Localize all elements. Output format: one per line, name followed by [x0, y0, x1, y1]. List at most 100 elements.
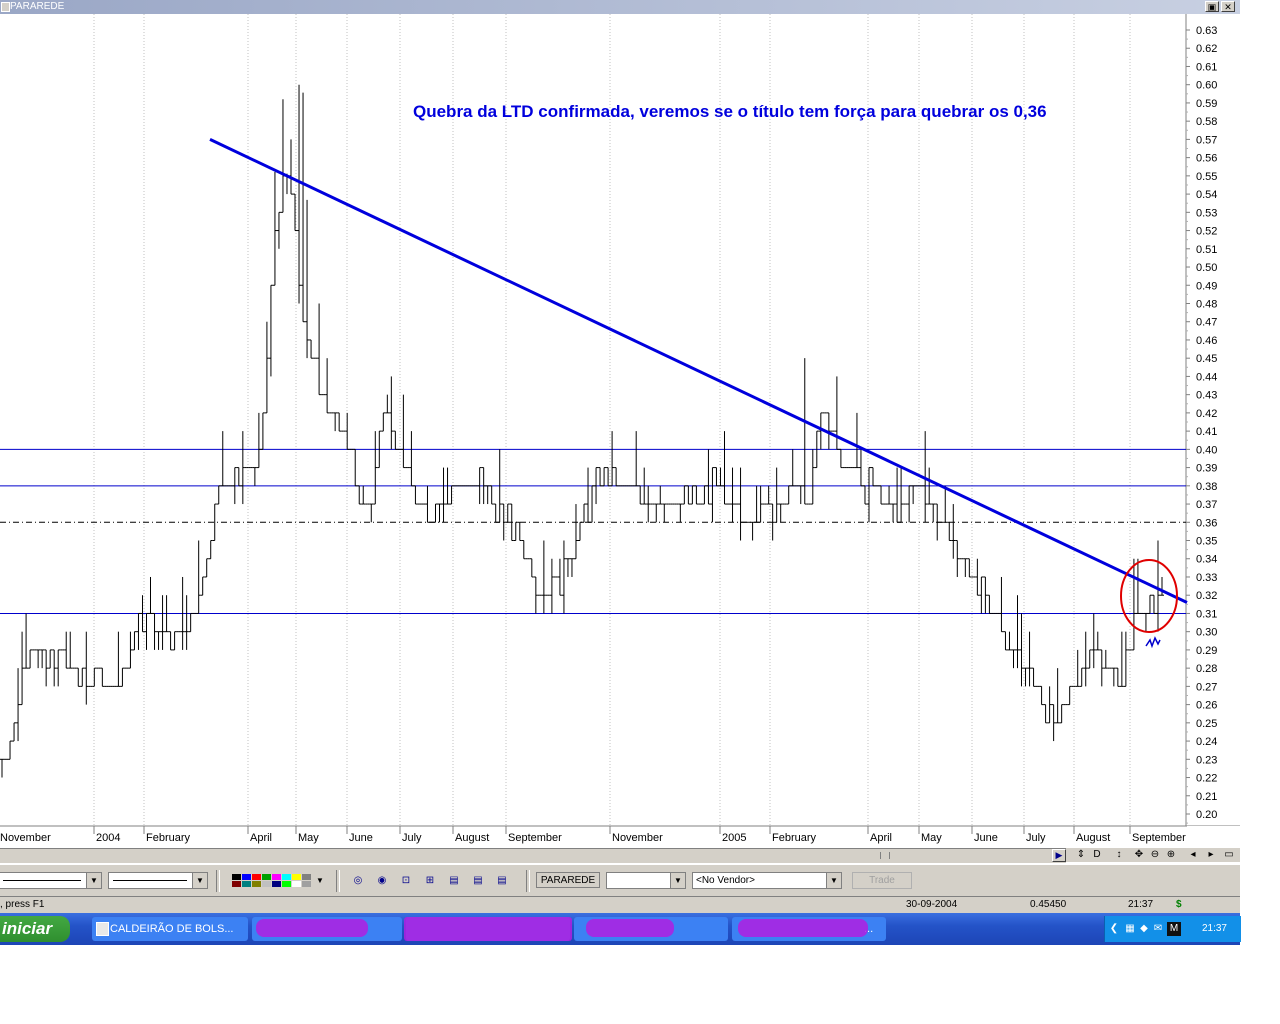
- redacted-mark: [256, 919, 368, 937]
- x-tick-label: June: [349, 832, 373, 844]
- color-swatch[interactable]: [282, 881, 291, 887]
- tray-expand-icon[interactable]: ❮: [1107, 922, 1121, 936]
- globe2-icon[interactable]: ◉: [374, 874, 390, 888]
- color-swatch[interactable]: [262, 874, 271, 880]
- y-tick-label: 0.44: [1196, 371, 1217, 383]
- trade-button[interactable]: Trade: [852, 872, 912, 889]
- color-palette[interactable]: [232, 874, 312, 888]
- status-help: , press F1: [0, 899, 45, 910]
- y-tick-label: 0.39: [1196, 463, 1217, 475]
- color-swatch[interactable]: [232, 881, 241, 887]
- tray-m-icon[interactable]: M: [1167, 922, 1181, 936]
- y-tick-label: 0.40: [1196, 444, 1217, 456]
- x-tick-label: February: [772, 832, 817, 844]
- color-swatch[interactable]: [252, 874, 261, 880]
- tool5-icon[interactable]: ▤: [494, 874, 510, 888]
- x-tick-label: 2005: [722, 832, 746, 844]
- color-swatch[interactable]: [242, 881, 251, 887]
- window-icon[interactable]: [1, 2, 10, 12]
- tool4-icon[interactable]: ▤: [470, 874, 486, 888]
- trend-line: [209, 138, 1188, 604]
- tool1-icon[interactable]: ⊡: [398, 874, 414, 888]
- horizontal-scrollbar[interactable]: ▶: [0, 848, 1066, 863]
- tray-app-icon[interactable]: ◆: [1137, 922, 1151, 936]
- symbol-field[interactable]: PARAREDE: [536, 872, 600, 888]
- y-tick-label: 0.31: [1196, 608, 1217, 620]
- drawing-toolbar: ▼ ▼ ▼ ◎ ◉ ⊡ ⊞ ▤ ▤ ▤ PARAREDE ▼ <No Vendo…: [0, 864, 1240, 897]
- y-tick-label: 0.47: [1196, 317, 1217, 329]
- color-swatch[interactable]: [292, 881, 301, 887]
- redacted-mark: [404, 917, 572, 941]
- price-chart[interactable]: November 2004 February April May June July Augu…: [0, 14, 1240, 846]
- start-button[interactable]: iniciar: [0, 916, 70, 942]
- updown-icon[interactable]: ↕: [1112, 848, 1126, 862]
- color-swatch[interactable]: [292, 874, 301, 880]
- d-icon[interactable]: D: [1090, 848, 1104, 862]
- y-tick-label: 0.34: [1196, 554, 1217, 566]
- line-width-select[interactable]: ▼: [108, 872, 208, 889]
- y-tick-label: 0.38: [1196, 481, 1217, 493]
- y-tick-label: 0.35: [1196, 536, 1217, 548]
- scroll-thumb-grip[interactable]: [880, 852, 890, 859]
- y-tick-label: 0.46: [1196, 335, 1217, 347]
- signature-mark: [1145, 636, 1161, 649]
- right-icon[interactable]: ▸: [1204, 848, 1218, 862]
- interval-select[interactable]: ▼: [606, 872, 686, 889]
- left-icon[interactable]: ◂: [1186, 848, 1200, 862]
- color-swatch[interactable]: [302, 881, 311, 887]
- y-tick-label: 0.49: [1196, 280, 1217, 292]
- browser-icon: [96, 922, 109, 936]
- zoom-out-icon[interactable]: ⊖: [1148, 848, 1162, 862]
- tray-clock: 21:37: [1201, 923, 1227, 934]
- y-tick-label: 0.56: [1196, 153, 1217, 165]
- palette-dropdown-icon[interactable]: ▼: [312, 874, 328, 888]
- x-tick-label: November: [612, 832, 663, 844]
- zoom-in-icon[interactable]: ⊕: [1164, 848, 1178, 862]
- close-icon[interactable]: ✕: [1221, 1, 1235, 12]
- status-time: 21:37: [1128, 899, 1154, 910]
- tool2-icon[interactable]: ⊞: [422, 874, 438, 888]
- y-tick-label: 0.28: [1196, 663, 1217, 675]
- tool3-icon[interactable]: ▤: [446, 874, 462, 888]
- tray-mail-icon[interactable]: ✉: [1151, 922, 1165, 936]
- color-swatch[interactable]: [242, 874, 251, 880]
- breakout-circle: [1120, 559, 1178, 633]
- globe-icon[interactable]: ◎: [350, 874, 366, 888]
- x-tick-label: May: [298, 832, 319, 844]
- window-icon[interactable]: ▭: [1222, 848, 1236, 862]
- refresh-icon[interactable]: ⇕: [1074, 848, 1088, 862]
- redacted-mark: [586, 919, 674, 937]
- restore-icon[interactable]: ▣: [1205, 1, 1219, 12]
- y-tick-label: 0.29: [1196, 645, 1217, 657]
- system-tray: ❮ ▦ ◆ ✉ M 21:37: [1104, 916, 1241, 942]
- vendor-select[interactable]: <No Vendor> ▼: [692, 872, 842, 889]
- color-swatch[interactable]: [282, 874, 291, 880]
- color-swatch[interactable]: [232, 874, 241, 880]
- x-tick-label: May: [921, 832, 942, 844]
- color-swatch[interactable]: [272, 881, 281, 887]
- move-icon[interactable]: ✥: [1132, 848, 1146, 862]
- x-tick-label: September: [1132, 832, 1186, 844]
- vendor-value: <No Vendor>: [696, 875, 755, 886]
- x-tick-label: August: [1076, 832, 1110, 844]
- y-tick-label: 0.41: [1196, 426, 1217, 438]
- tray-network-icon[interactable]: ▦: [1123, 922, 1137, 936]
- y-tick-label: 0.57: [1196, 134, 1217, 146]
- x-tick-label: September: [508, 832, 562, 844]
- chart-area[interactable]: November 2004 February April May June July Augu…: [0, 14, 1240, 846]
- color-swatch[interactable]: [262, 881, 271, 887]
- scroll-right-icon[interactable]: ▶: [1052, 849, 1066, 862]
- y-tick-label: 0.55: [1196, 171, 1217, 183]
- color-swatch[interactable]: [302, 874, 311, 880]
- x-tick-label: July: [1026, 832, 1046, 844]
- y-tick-label: 0.37: [1196, 499, 1217, 511]
- y-tick-label: 0.50: [1196, 262, 1217, 274]
- color-swatch[interactable]: [252, 881, 261, 887]
- taskbar-item-caldeirao[interactable]: CALDEIRÃO DE BOLS...: [92, 917, 248, 941]
- line-style-select[interactable]: ▼: [0, 872, 102, 889]
- y-tick-label: 0.48: [1196, 298, 1217, 310]
- y-tick-label: 0.42: [1196, 408, 1217, 420]
- y-tick-label: 0.51: [1196, 244, 1217, 256]
- color-swatch[interactable]: [272, 874, 281, 880]
- y-tick-label: 0.23: [1196, 754, 1217, 766]
